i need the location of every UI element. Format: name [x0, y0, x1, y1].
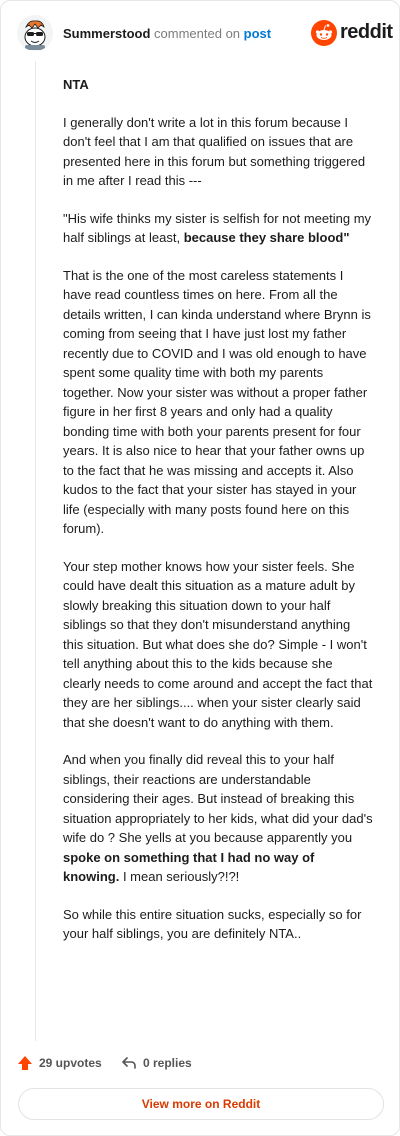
- snoo-avatar-icon: [17, 15, 53, 51]
- comment-paragraph: "His wife thinks my sister is selfish fo…: [63, 210, 372, 246]
- view-more-button[interactable]: View more on Reddit: [18, 1088, 384, 1120]
- upvote-count: 29 upvotes: [39, 1056, 102, 1070]
- comment-footer: 29 upvotes 0 replies: [17, 1051, 385, 1079]
- reply-count: 0 replies: [143, 1056, 192, 1070]
- username-link[interactable]: Summerstood: [63, 26, 150, 41]
- comment-paragraph: NTA: [63, 77, 89, 92]
- byline-action: commented on: [154, 26, 241, 41]
- comment-paragraph: So while this entire situation sucks, es…: [63, 906, 362, 942]
- comment-paragraph: And when you finally did reveal this to …: [63, 752, 373, 884]
- reddit-snoo-icon: [311, 20, 337, 46]
- comment-byline: Summerstood commented on post: [63, 26, 271, 41]
- comment-paragraph: I generally don't write a lot in this fo…: [63, 114, 366, 189]
- comment-paragraph: That is the one of the most careless sta…: [63, 267, 371, 537]
- upvote-button[interactable]: 29 upvotes: [17, 1055, 102, 1071]
- comment-header: Summerstood commented on post reddit: [17, 15, 393, 55]
- upvote-arrow-icon: [18, 1056, 32, 1070]
- reddit-logo[interactable]: reddit: [311, 18, 393, 48]
- comment-card: Summerstood commented on post reddit NTA…: [0, 0, 400, 1136]
- post-link[interactable]: post: [244, 26, 271, 41]
- comment-paragraph: Your step mother knows how your sister f…: [63, 558, 373, 730]
- replies-button[interactable]: 0 replies: [121, 1055, 192, 1071]
- reddit-wordmark: reddit: [340, 21, 393, 43]
- user-avatar[interactable]: [17, 15, 53, 51]
- thread-line: [35, 61, 36, 1041]
- comment-body: NTA I generally don't write a lot in thi…: [63, 75, 373, 962]
- reply-arrow-icon: [122, 1057, 136, 1069]
